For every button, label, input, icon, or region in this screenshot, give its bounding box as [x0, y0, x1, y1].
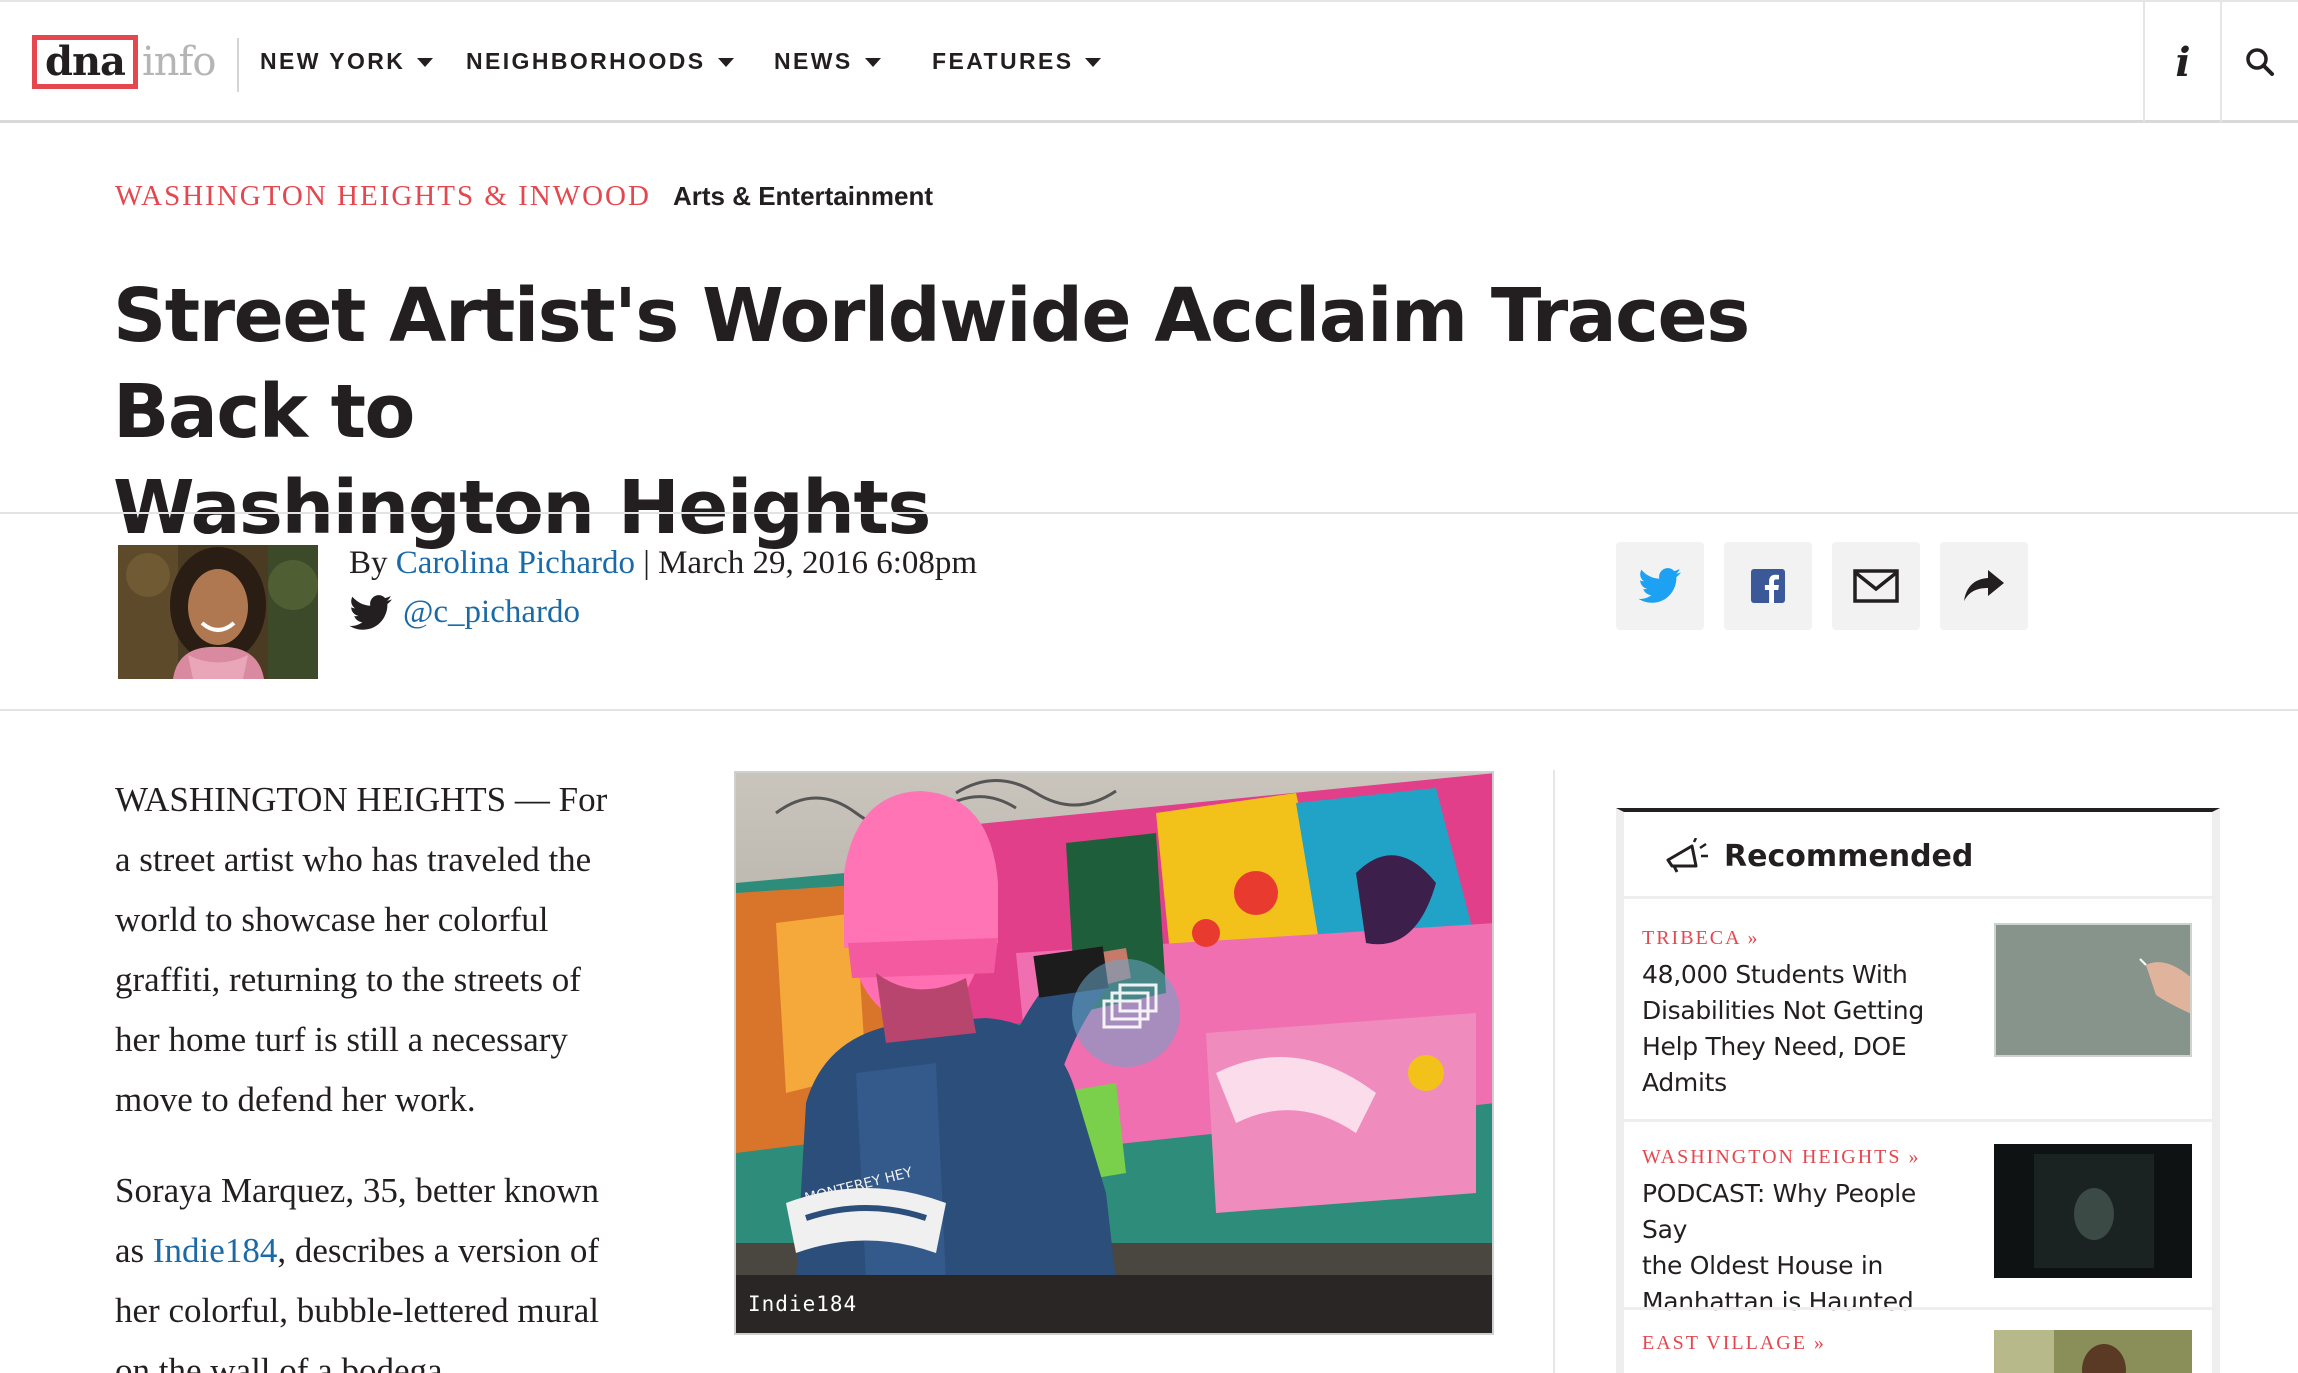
- text-line: WASHINGTON HEIGHTS — For: [115, 780, 608, 819]
- top-navbar: dna info NEW YORK NEIGHBORHOODS NEWS FEA…: [0, 0, 2298, 123]
- nav-new-york-label: NEW YORK: [260, 48, 406, 74]
- twitter-bird-icon: [349, 594, 392, 630]
- graffiti-photo: MONTEREY HEY: [736, 773, 1492, 1281]
- info-button[interactable]: i: [2143, 2, 2221, 122]
- text-line: her colorful, bubble-lettered mural: [115, 1291, 599, 1330]
- recommended-title: Recommended: [1724, 838, 1974, 874]
- image-caption-bar: Indie184: [736, 1275, 1492, 1333]
- chevron-down-icon: [717, 58, 734, 67]
- share-facebook-button[interactable]: [1724, 542, 1812, 630]
- nav-features-label: FEATURES: [932, 48, 1074, 74]
- image-caption: Indie184: [748, 1292, 858, 1316]
- nav-divider: [237, 38, 239, 92]
- headline-line-1: Street Artist's Worldwide Acclaim Traces…: [113, 273, 1750, 455]
- paragraph-2: Soraya Marquez, 35, better known as Indi…: [115, 1161, 695, 1373]
- sidebar-divider: [1553, 770, 1555, 1373]
- paragraph-1: WASHINGTON HEIGHTS — For a street artist…: [115, 770, 695, 1130]
- author-photo[interactable]: [118, 545, 318, 679]
- twitter-icon: [1638, 568, 1681, 603]
- logo-dna-text: dna: [32, 35, 138, 89]
- share-twitter-button[interactable]: [1616, 542, 1704, 630]
- category-link[interactable]: Arts & Entertainment: [673, 181, 933, 212]
- headline-line: Help They Need, DOE: [1642, 1032, 1907, 1061]
- byline-prefix: By: [349, 545, 396, 581]
- share-more-button[interactable]: [1940, 542, 2028, 630]
- publish-date: March 29, 2016 6:08pm: [658, 545, 978, 581]
- text-line: a street artist who has traveled the: [115, 840, 592, 879]
- text-line: move to defend her work.: [115, 1080, 476, 1119]
- header-divider: [0, 512, 2298, 514]
- byline-separator: |: [634, 545, 659, 581]
- search-button[interactable]: [2220, 2, 2298, 122]
- byline-divider: [0, 709, 2298, 711]
- nav-neighborhoods-label: NEIGHBORHOODS: [466, 48, 706, 74]
- recommended-item[interactable]: EAST VILLAGE »: [1624, 1310, 2212, 1373]
- text-fragment: as: [115, 1231, 153, 1270]
- nav-news-label: NEWS: [774, 48, 853, 74]
- recommended-item[interactable]: TRIBECA » 48,000 Students With Disabilit…: [1624, 899, 2212, 1119]
- share-email-button[interactable]: [1832, 542, 1920, 630]
- recommended-item[interactable]: WASHINGTON HEIGHTS » PODCAST: Why People…: [1624, 1122, 2212, 1316]
- recommended-widget: Recommended TRIBECA » 48,000 Students Wi…: [1616, 808, 2220, 1373]
- nav-features[interactable]: FEATURES: [932, 48, 1102, 75]
- text-line: Soraya Marquez, 35, better known: [115, 1171, 600, 1210]
- headline-line: PODCAST: Why People Say: [1642, 1179, 1916, 1244]
- nav-news[interactable]: NEWS: [774, 48, 881, 75]
- megaphone-icon: [1666, 838, 1708, 873]
- headline-line: Disabilities Not Getting: [1642, 996, 1924, 1025]
- twitter-handle-link[interactable]: @c_pichardo: [403, 594, 580, 631]
- recommended-thumbnail[interactable]: [1994, 1330, 2192, 1373]
- email-icon: [1853, 569, 1899, 603]
- neighborhood-link[interactable]: WASHINGTON HEIGHTS & INWOOD: [115, 180, 651, 213]
- nav-new-york[interactable]: NEW YORK: [260, 48, 434, 75]
- dnainfo-logo[interactable]: dna info: [32, 34, 216, 90]
- headline-line-2: Washington Heights: [113, 465, 931, 551]
- article-body: WASHINGTON HEIGHTS — For a street artist…: [115, 770, 695, 1373]
- share-arrow-icon: [1964, 570, 2004, 601]
- nav-neighborhoods[interactable]: NEIGHBORHOODS: [466, 48, 734, 75]
- text-line: world to showcase her colorful: [115, 900, 549, 939]
- indie184-link[interactable]: Indie184: [153, 1231, 277, 1270]
- headline-line: 48,000 Students With: [1642, 960, 1908, 989]
- lead-image-gallery[interactable]: MONTEREY HEY Indie184: [734, 771, 1494, 1335]
- headline-line: Admits: [1642, 1068, 1727, 1097]
- text-line: on the wall of a bodega: [115, 1351, 443, 1373]
- recommended-thumbnail[interactable]: [1994, 1144, 2192, 1278]
- author-twitter: @c_pichardo: [349, 594, 580, 631]
- headline-line: the Oldest House in: [1642, 1251, 1884, 1280]
- recommended-header: Recommended: [1664, 838, 1973, 874]
- info-icon: i: [2175, 38, 2191, 86]
- recommended-headline[interactable]: 48,000 Students With Disabilities Not Ge…: [1642, 957, 1962, 1101]
- article-kicker: WASHINGTON HEIGHTS & INWOOD Arts & Enter…: [115, 180, 933, 213]
- recommended-neighborhood[interactable]: WASHINGTON HEIGHTS »: [1642, 1146, 1921, 1169]
- recommended-neighborhood[interactable]: EAST VILLAGE »: [1642, 1332, 1826, 1355]
- recommended-neighborhood[interactable]: TRIBECA »: [1642, 927, 1759, 950]
- text-fragment: , describes a version of: [277, 1231, 600, 1270]
- recommended-headline[interactable]: PODCAST: Why People Say the Oldest House…: [1642, 1176, 1962, 1320]
- search-icon: [2246, 48, 2274, 76]
- recommended-thumbnail[interactable]: [1994, 923, 2192, 1057]
- chevron-down-icon: [1085, 58, 1102, 67]
- chevron-down-icon: [864, 58, 881, 67]
- byline: By Carolina Pichardo | March 29, 2016 6:…: [349, 545, 977, 582]
- author-link[interactable]: Carolina Pichardo: [396, 545, 635, 581]
- chevron-down-icon: [417, 58, 434, 67]
- logo-info-text: info: [141, 39, 216, 85]
- text-line: her home turf is still a necessary: [115, 1020, 568, 1059]
- text-line: graffiti, returning to the streets of: [115, 960, 581, 999]
- facebook-icon: [1751, 569, 1785, 603]
